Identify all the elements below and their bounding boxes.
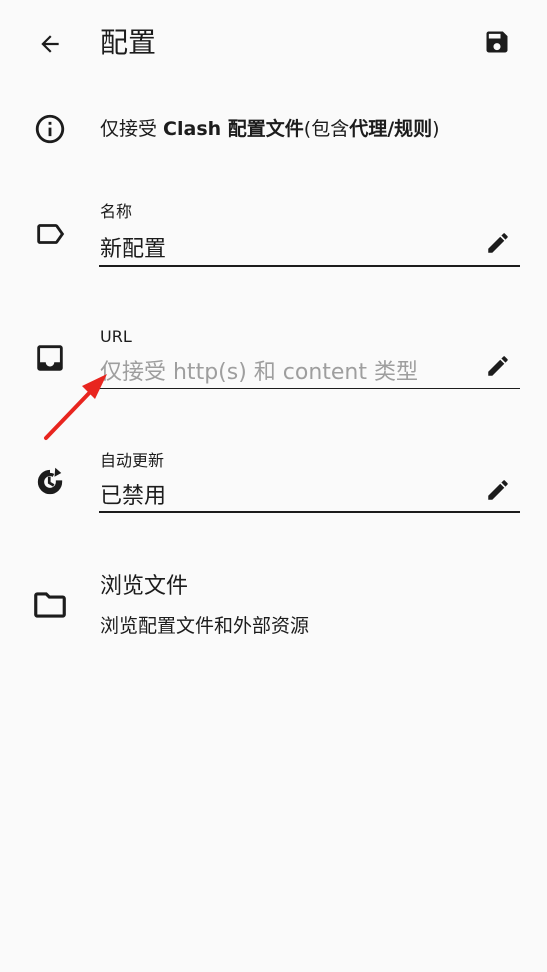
auto-update-row[interactable]: 自动更新 已禁用 [0, 444, 547, 520]
update-icon-wrap [26, 458, 74, 506]
back-button[interactable] [26, 20, 74, 68]
edit-name-button[interactable] [478, 223, 518, 263]
url-field-underline [99, 388, 520, 389]
page-title: 配置 [100, 26, 157, 59]
label-tag-icon [37, 224, 65, 244]
info-text: 仅接受 Clash 配置文件(包含代理/规则) [100, 118, 440, 140]
browse-files-title: 浏览文件 [100, 574, 189, 599]
save-button[interactable] [473, 18, 521, 66]
info-row: 仅接受 Clash 配置文件(包含代理/规则) [0, 104, 547, 154]
auto-update-label: 自动更新 [100, 451, 165, 470]
auto-update-value[interactable]: 已禁用 [100, 482, 166, 512]
info-icon [35, 114, 65, 144]
arrow-back-icon [41, 35, 59, 53]
url-field-label: URL [100, 327, 132, 346]
name-field-value[interactable]: 新配置 [100, 235, 166, 265]
pencil-icon [488, 233, 508, 253]
edit-url-button[interactable] [478, 346, 518, 386]
info-icon-wrap [26, 105, 74, 153]
app-bar: 配置 [0, 0, 547, 88]
browse-files-row[interactable]: 浏览文件 浏览配置文件和外部资源 [0, 566, 547, 646]
inbox-icon [37, 345, 63, 371]
folder-icon-wrap [26, 581, 74, 629]
folder-icon [34, 592, 66, 618]
auto-update-underline [99, 511, 520, 513]
browse-files-subtitle: 浏览配置文件和外部资源 [100, 615, 310, 637]
save-icon [486, 31, 508, 53]
pencil-icon [488, 356, 508, 376]
name-field-underline [99, 265, 520, 267]
label-icon-wrap [26, 210, 74, 258]
pencil-icon [488, 480, 508, 500]
name-field-row[interactable]: 名称 新配置 [0, 196, 547, 272]
inbox-icon-wrap [26, 334, 74, 382]
name-field-label: 名称 [100, 202, 133, 221]
edit-auto-update-button[interactable] [478, 470, 518, 510]
url-field-row[interactable]: URL 仅接受 http(s) 和 content 类型 [0, 320, 547, 396]
update-clock-icon [37, 467, 63, 495]
url-field-placeholder[interactable]: 仅接受 http(s) 和 content 类型 [100, 358, 418, 388]
